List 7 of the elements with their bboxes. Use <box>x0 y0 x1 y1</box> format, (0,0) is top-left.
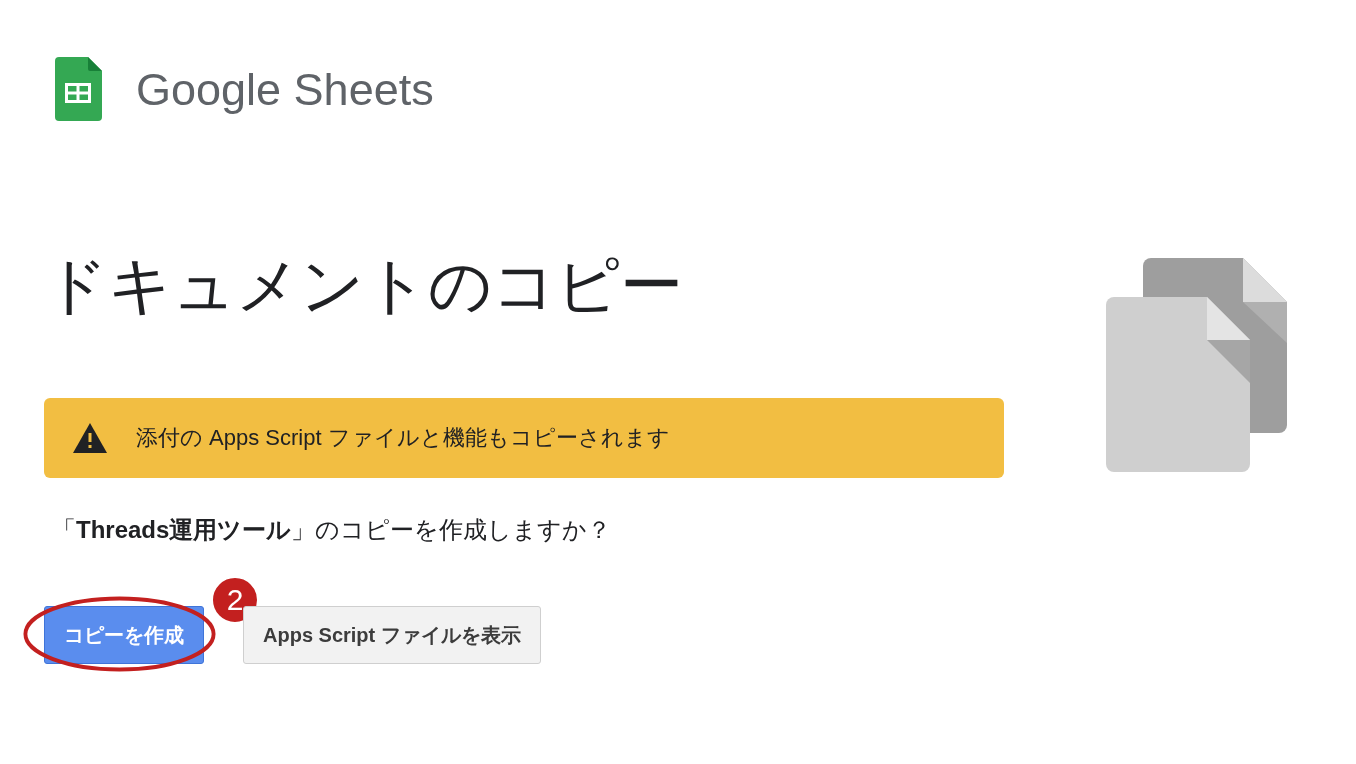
logo-text: Google Sheets <box>136 66 434 112</box>
warning-icon <box>73 423 107 453</box>
warning-text: 添付の Apps Script ファイルと機能もコピーされます <box>136 424 670 452</box>
page-title: ドキュメントのコピー <box>44 249 684 322</box>
spreadsheet-icon <box>55 57 102 121</box>
question-text: 「Threads運用ツール」のコピーを作成しますか？ <box>51 515 613 545</box>
secondary-button[interactable]: Apps Script ファイルを表示 <box>243 606 541 664</box>
